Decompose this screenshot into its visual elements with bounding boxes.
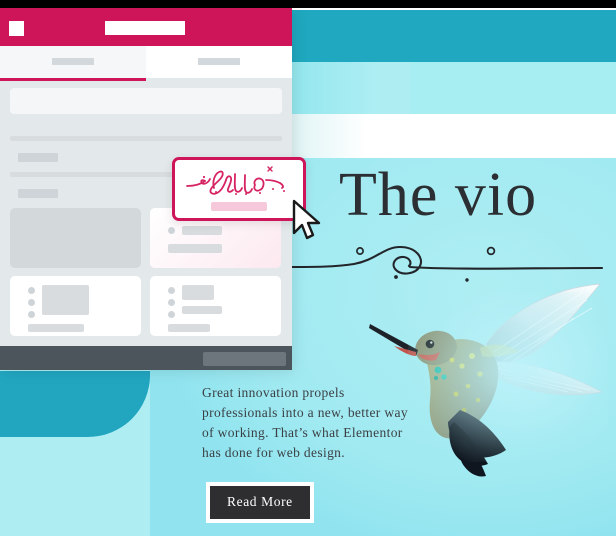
editor-tabs: [0, 46, 292, 81]
section-label-1: [18, 153, 58, 162]
tab-primary-label: [52, 58, 94, 65]
bullet-dot-icon: [28, 299, 35, 306]
widget-line: [182, 226, 222, 235]
editor-panel-header: [0, 8, 292, 46]
bullet-dot-icon: [168, 287, 175, 294]
widget-card-media-text[interactable]: [10, 276, 141, 336]
bullet-dot-icon: [168, 227, 175, 234]
screenshot-stage: The vio Great innovation propels profess…: [0, 0, 616, 536]
bullet-dot-icon: [168, 311, 175, 318]
page-title: The vio: [339, 161, 538, 229]
section-label-2: [18, 189, 58, 198]
section-divider-1: [10, 136, 282, 141]
widget-line: [168, 324, 210, 332]
bullet-dot-icon: [28, 311, 35, 318]
editor-panel-title-placeholder: [105, 21, 185, 35]
hello-script-text: [186, 166, 285, 195]
hero-paragraph: Great innovation propels professionals i…: [202, 385, 408, 460]
hello-tooltip-underline: [211, 202, 267, 211]
tab-secondary-label: [198, 58, 240, 65]
hello-tooltip-card[interactable]: [172, 157, 306, 221]
app-logo-square-icon: [9, 21, 24, 36]
cyan-band-left-fade: [290, 62, 410, 114]
widget-card-image-placeholder[interactable]: [10, 208, 141, 268]
widget-line: [182, 306, 222, 314]
tab-secondary[interactable]: [146, 46, 292, 78]
mouse-pointer-arrow-icon: [292, 199, 321, 240]
top-black-bar: [0, 0, 616, 8]
search-input[interactable]: [10, 88, 282, 114]
footer-action-button[interactable]: [203, 352, 286, 366]
widget-image-block: [42, 285, 89, 315]
hummingbird-glow: [408, 292, 608, 462]
read-more-button[interactable]: Read More: [206, 482, 314, 523]
widget-line: [28, 324, 84, 332]
white-band-left-fade: [290, 114, 400, 158]
tab-primary[interactable]: [0, 46, 146, 81]
widget-image-block: [182, 285, 214, 300]
bullet-dot-icon: [28, 287, 35, 294]
editor-panel-footer: [0, 346, 292, 370]
widget-line: [168, 244, 222, 253]
bullet-dot-icon: [168, 299, 175, 306]
widget-card-list-text[interactable]: [150, 276, 281, 336]
swirl-flourish-icon: [284, 245, 604, 282]
